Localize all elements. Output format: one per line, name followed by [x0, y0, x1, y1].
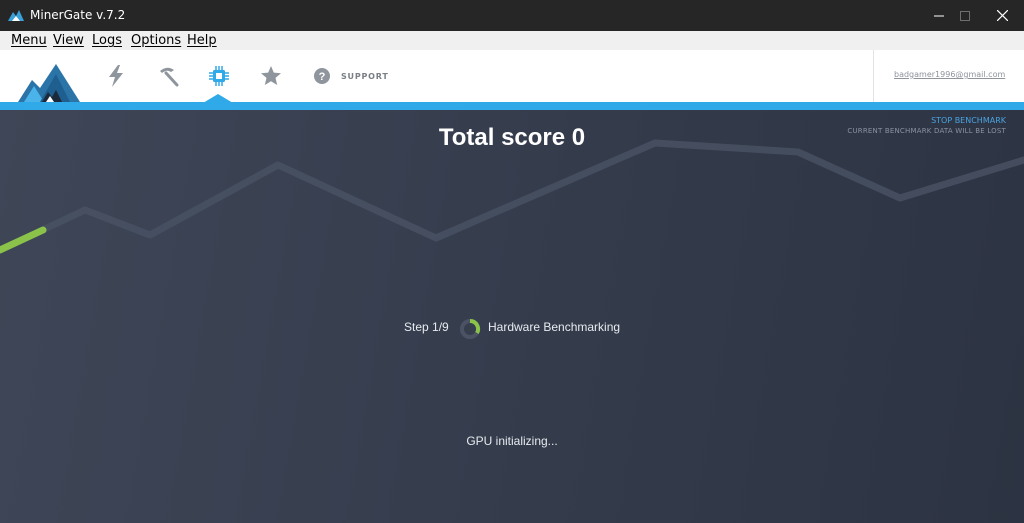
- progress-line-fill: [0, 226, 47, 254]
- minergate-logo: [18, 64, 80, 102]
- toolbar: ? SUPPORT badgamer1996@gmail.com: [0, 50, 1024, 102]
- tools-button[interactable]: [156, 64, 180, 88]
- stop-benchmark-warning: CURRENT BENCHMARK DATA WILL BE LOST: [847, 127, 1006, 135]
- chip-icon: [209, 66, 229, 86]
- star-icon: [261, 66, 281, 85]
- menu-item-help[interactable]: Help: [187, 33, 217, 48]
- menu-item-logs[interactable]: Logs: [92, 33, 122, 48]
- support-button[interactable]: ?: [310, 64, 334, 88]
- step-name: Hardware Benchmarking: [488, 320, 621, 334]
- step-counter: Step 1/9: [404, 320, 449, 334]
- account-email-link[interactable]: badgamer1996@gmail.com: [894, 70, 1005, 79]
- close-icon: [996, 10, 1008, 21]
- help-icon: ?: [314, 68, 330, 84]
- loading-spinner-icon: [460, 318, 481, 339]
- step-row: Step 1/9 Hardware Benchmarking: [0, 317, 1024, 339]
- benchmark-button[interactable]: [207, 64, 231, 88]
- stop-benchmark-link[interactable]: STOP BENCHMARK: [931, 116, 1006, 125]
- menu-item-view[interactable]: View: [53, 33, 84, 48]
- accent-strip: [0, 102, 1024, 110]
- account-panel: badgamer1996@gmail.com: [873, 50, 1024, 102]
- maximize-icon: [960, 10, 970, 21]
- benchmark-panel: Total score 0 STOP BENCHMARK CURRENT BEN…: [0, 110, 1024, 523]
- rewards-button[interactable]: [259, 64, 283, 88]
- window-title: MinerGate v.7.2: [30, 8, 126, 22]
- close-button[interactable]: [980, 0, 1024, 31]
- pickaxe-icon: [160, 67, 179, 87]
- minergate-logo-icon: [8, 10, 24, 21]
- menu-item-options[interactable]: Options: [131, 33, 181, 48]
- menu-item-menu[interactable]: Menu: [11, 33, 47, 48]
- lightning-icon: [109, 65, 123, 87]
- mining-button[interactable]: [104, 64, 128, 88]
- menu-bar: Menu View Logs Options Help: [0, 31, 1024, 50]
- support-label[interactable]: SUPPORT: [341, 72, 389, 81]
- title-bar: MinerGate v.7.2: [0, 0, 1024, 31]
- svg-text:?: ?: [319, 71, 326, 83]
- status-text: GPU initializing...: [466, 434, 558, 448]
